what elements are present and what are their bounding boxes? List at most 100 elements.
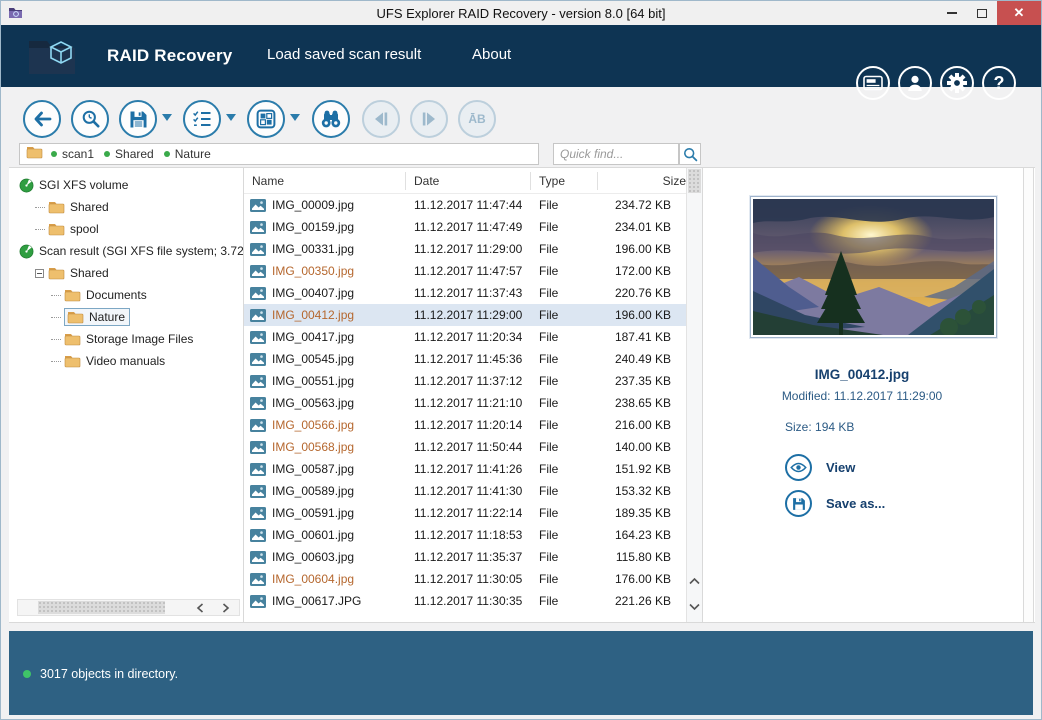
table-row-img-00617-jpg[interactable]: IMG_00617.JPG11.12.2017 11:30:35File221.… (244, 590, 687, 612)
table-row-img-00331-jpg[interactable]: IMG_00331.jpg11.12.2017 11:29:00File196.… (244, 238, 687, 260)
tree-item-shared[interactable]: Shared (9, 196, 243, 218)
file-name-cell: IMG_00604.jpg (244, 572, 406, 586)
save-button[interactable] (119, 100, 157, 138)
table-row-img-00604-jpg[interactable]: IMG_00604.jpg11.12.2017 11:30:05File176.… (244, 568, 687, 590)
window-title: UFS Explorer RAID Recovery - version 8.0… (1, 6, 1041, 21)
user-button[interactable] (898, 66, 932, 100)
tasks-dropdown-caret[interactable] (226, 114, 236, 121)
tree-item-label: Scan result (SGI XFS file system; 3.72 G… (39, 244, 244, 258)
tree-item-shared[interactable]: Shared (9, 262, 243, 284)
folder-icon (67, 310, 84, 324)
column-header-date[interactable]: Date (406, 172, 531, 190)
file-name-cell: IMG_00563.jpg (244, 396, 406, 410)
file-list-vscroll-thumb[interactable] (688, 169, 701, 193)
tasks-button[interactable] (183, 100, 221, 138)
back-arrow-icon (31, 109, 53, 129)
image-file-icon (250, 397, 266, 410)
tree-branch-dots (51, 295, 61, 296)
table-row-img-00587-jpg[interactable]: IMG_00587.jpg11.12.2017 11:41:26File151.… (244, 458, 687, 480)
table-row-img-00417-jpg[interactable]: IMG_00417.jpg11.12.2017 11:20:34File187.… (244, 326, 687, 348)
table-row-img-00009-jpg[interactable]: IMG_00009.jpg11.12.2017 11:47:44File234.… (244, 194, 687, 216)
file-list-vertical-scrollbar[interactable] (686, 168, 702, 622)
prev-icon (372, 111, 390, 127)
close-button[interactable]: ✕ (997, 1, 1041, 25)
minimize-button[interactable] (937, 1, 967, 25)
scan-button[interactable] (71, 100, 109, 138)
file-list-panel: Name Date Type Size IMG_00009.jpg11.12.2… (244, 168, 703, 622)
tree-item-video-manuals[interactable]: Video manuals (9, 350, 243, 372)
breadcrumb-segment-shared[interactable]: Shared (104, 147, 154, 161)
file-list-vscroll-up-arrow[interactable] (687, 568, 702, 594)
image-file-icon (250, 243, 266, 256)
tree-hscroll-right-arrow[interactable] (213, 600, 239, 615)
image-file-icon (250, 463, 266, 476)
file-date-cell: 11.12.2017 11:47:57 (406, 264, 531, 278)
tree-collapse-expander[interactable] (35, 269, 44, 278)
quick-find-input[interactable] (553, 143, 679, 165)
table-row-img-00407-jpg[interactable]: IMG_00407.jpg11.12.2017 11:37:43File220.… (244, 282, 687, 304)
tree-item-documents[interactable]: Documents (9, 284, 243, 306)
column-header-name[interactable]: Name (244, 172, 406, 190)
save-as-button[interactable]: Save as... (785, 490, 885, 517)
back-button[interactable] (23, 100, 61, 138)
tree-item-sgi-xfs-volume[interactable]: SGI XFS volume (9, 174, 243, 196)
view-button-label: View (826, 460, 855, 475)
table-row-img-00591-jpg[interactable]: IMG_00591.jpg11.12.2017 11:22:14File189.… (244, 502, 687, 524)
encoding-button[interactable]: ĀB (458, 100, 496, 138)
menu-load-saved-scan-result[interactable]: Load saved scan result (267, 46, 421, 63)
partition-dropdown-caret[interactable] (290, 114, 300, 121)
previous-button[interactable] (362, 100, 400, 138)
settings-gear-icon (946, 72, 968, 94)
tree-horizontal-scrollbar[interactable] (17, 599, 240, 616)
tree-item-scan-result-sgi-xfs-file-system-3-72-gb-i[interactable]: Scan result (SGI XFS file system; 3.72 G… (9, 240, 243, 262)
file-list-vscroll-down-arrow[interactable] (687, 594, 702, 620)
view-button[interactable]: View (785, 454, 855, 481)
table-row-img-00601-jpg[interactable]: IMG_00601.jpg11.12.2017 11:18:53File164.… (244, 524, 687, 546)
tree-item-storage-image-files[interactable]: Storage Image Files (9, 328, 243, 350)
save-dropdown-caret[interactable] (162, 114, 172, 121)
image-file-icon (250, 485, 266, 498)
file-type-cell: File (531, 528, 598, 542)
partition-button[interactable] (247, 100, 285, 138)
table-row-img-00545-jpg[interactable]: IMG_00545.jpg11.12.2017 11:45:36File240.… (244, 348, 687, 370)
file-size-cell: 189.35 KB (598, 506, 687, 520)
table-row-img-00566-jpg[interactable]: IMG_00566.jpg11.12.2017 11:20:14File216.… (244, 414, 687, 436)
tree-hscroll-thumb[interactable] (38, 601, 165, 614)
tree-item-nature[interactable]: Nature (9, 306, 243, 328)
image-file-icon (250, 287, 266, 300)
column-header-type[interactable]: Type (531, 172, 598, 190)
help-button[interactable]: ? (982, 66, 1016, 100)
table-row-img-00412-jpg[interactable]: IMG_00412.jpg11.12.2017 11:29:00File196.… (244, 304, 687, 326)
file-type-cell: File (531, 198, 598, 212)
quick-find-search-button[interactable] (679, 143, 701, 165)
image-file-icon (250, 441, 266, 454)
table-row-img-00551-jpg[interactable]: IMG_00551.jpg11.12.2017 11:37:12File237.… (244, 370, 687, 392)
table-row-img-00568-jpg[interactable]: IMG_00568.jpg11.12.2017 11:50:44File140.… (244, 436, 687, 458)
find-button[interactable] (312, 100, 350, 138)
file-date-cell: 11.12.2017 11:47:49 (406, 220, 531, 234)
maximize-button[interactable] (967, 1, 997, 25)
menu-about[interactable]: About (472, 46, 511, 63)
file-size-cell: 237.35 KB (598, 374, 687, 388)
tree-item-spool[interactable]: spool (9, 218, 243, 240)
tree-branch-dots (51, 317, 61, 318)
table-row-img-00563-jpg[interactable]: IMG_00563.jpg11.12.2017 11:21:10File238.… (244, 392, 687, 414)
preview-panel-scrollbar[interactable] (1023, 168, 1034, 622)
file-date-cell: 11.12.2017 11:30:35 (406, 594, 531, 608)
tree-hscroll-left-arrow[interactable] (187, 600, 213, 615)
file-name-cell: IMG_00617.JPG (244, 594, 406, 608)
settings-button[interactable] (940, 66, 974, 100)
floppy-icon (129, 110, 148, 129)
next-button[interactable] (410, 100, 448, 138)
file-name-cell: IMG_00551.jpg (244, 374, 406, 388)
file-date-cell: 11.12.2017 11:35:37 (406, 550, 531, 564)
breadcrumb-segment-nature[interactable]: Nature (164, 147, 211, 161)
table-row-img-00603-jpg[interactable]: IMG_00603.jpg11.12.2017 11:35:37File115.… (244, 546, 687, 568)
table-row-img-00589-jpg[interactable]: IMG_00589.jpg11.12.2017 11:41:30File153.… (244, 480, 687, 502)
breadcrumb-segment-scan1[interactable]: scan1 (51, 147, 94, 161)
table-row-img-00159-jpg[interactable]: IMG_00159.jpg11.12.2017 11:47:49File234.… (244, 216, 687, 238)
file-size-cell: 240.49 KB (598, 352, 687, 366)
tree-item-label: spool (70, 222, 99, 236)
table-row-img-00350-jpg[interactable]: IMG_00350.jpg11.12.2017 11:47:57File172.… (244, 260, 687, 282)
news-button[interactable] (856, 66, 890, 100)
